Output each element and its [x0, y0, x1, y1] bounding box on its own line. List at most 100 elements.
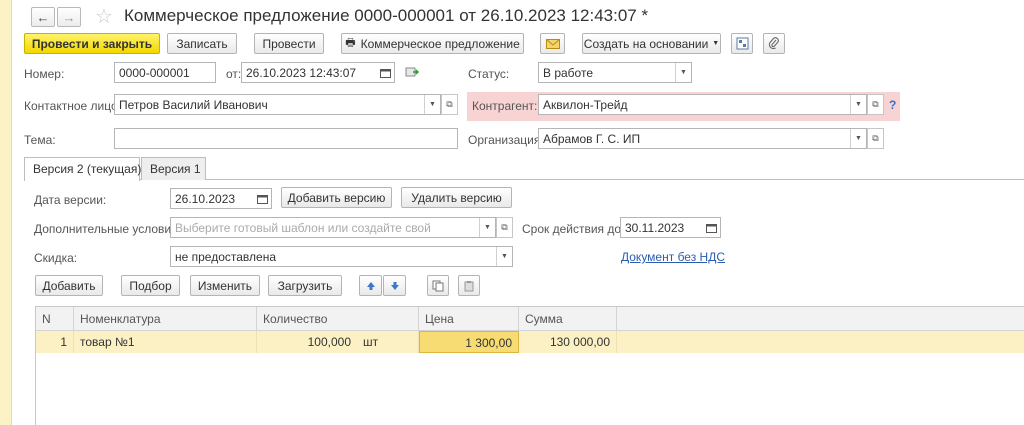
open-form-icon: ⧉ [872, 99, 879, 109]
calendar-icon[interactable] [253, 189, 271, 208]
status-label: Статус: [468, 67, 510, 81]
conditions-placeholder: Выберите готовый шаблон или создайте сво… [175, 221, 431, 235]
cell-n[interactable]: 1 [36, 331, 74, 353]
add-version-button[interactable]: Добавить версию [281, 187, 392, 208]
cell-unit[interactable]: шт [357, 331, 419, 353]
open-organization-button[interactable]: ⧉ [867, 128, 884, 149]
contact-field[interactable]: Петров Василий Иванович ▼ [114, 94, 441, 115]
column-header-n[interactable]: N [36, 307, 74, 331]
column-header-quantity[interactable]: Количество [257, 307, 419, 331]
tab-version-2[interactable]: Версия 2 (текущая) [24, 157, 141, 181]
chevron-down-icon[interactable]: ▼ [850, 129, 866, 148]
create-based-on-button[interactable]: Создать на основании ▼ [582, 33, 721, 54]
organization-value: Абрамов Г. С. ИП [543, 132, 641, 146]
delete-version-button[interactable]: Удалить версию [401, 187, 512, 208]
create-based-on-label: Создать на основании [583, 36, 709, 51]
valid-until-value: 30.11.2023 [625, 221, 685, 235]
status-select[interactable]: В работе ▼ [538, 62, 692, 83]
date-from-label: от: [226, 67, 242, 81]
column-header-price[interactable]: Цена [419, 307, 519, 331]
organization-field[interactable]: Абрамов Г. С. ИП ▼ [538, 128, 867, 149]
column-header-filler [617, 307, 1024, 331]
chevron-down-icon[interactable]: ▼ [850, 95, 866, 114]
version-date-field[interactable]: 26.10.2023 [170, 188, 272, 209]
post-and-close-button[interactable]: Провести и закрыть [24, 33, 160, 54]
add-row-button[interactable]: Добавить [35, 275, 103, 296]
counterparty-label: Контрагент: [472, 99, 538, 113]
cell-price[interactable]: 1 300,00 [419, 331, 519, 353]
help-icon[interactable]: ? [889, 98, 896, 112]
paste-icon [464, 280, 474, 291]
paste-row-button[interactable] [458, 275, 480, 296]
email-button[interactable] [540, 33, 565, 54]
discount-label: Скидка: [34, 251, 78, 265]
conditions-field[interactable]: Выберите готовый шаблон или создайте сво… [170, 217, 496, 238]
discount-value: не предоставлена [175, 250, 277, 264]
post-button[interactable]: Провести [254, 33, 324, 54]
open-conditions-button[interactable]: ⧉ [496, 217, 513, 238]
valid-until-label: Срок действия до: [522, 222, 625, 236]
save-button[interactable]: Записать [167, 33, 237, 54]
printer-icon: 🖶 [345, 37, 356, 49]
chevron-down-icon[interactable]: ▼ [496, 247, 512, 266]
forward-button[interactable]: → [57, 7, 81, 27]
left-panel-strip [0, 0, 12, 425]
discount-select[interactable]: не предоставлена ▼ [170, 246, 513, 267]
attach-file-button[interactable] [763, 33, 785, 54]
version-date-value: 26.10.2023 [175, 192, 236, 206]
print-button[interactable]: 🖶 Коммерческое предложение [341, 33, 524, 54]
tab-version-1[interactable]: Версия 1 [141, 157, 206, 180]
move-up-button[interactable] [359, 275, 382, 296]
move-down-button[interactable] [383, 275, 406, 296]
back-button[interactable]: ← [31, 7, 55, 27]
chevron-down-icon[interactable]: ▼ [675, 63, 691, 82]
topic-label: Тема: [24, 133, 56, 147]
open-contact-button[interactable]: ⧉ [441, 94, 458, 115]
column-header-item[interactable]: Номенклатура [74, 307, 257, 331]
cell-quantity[interactable]: 100,000 [257, 331, 357, 353]
edit-row-button[interactable]: Изменить [190, 275, 260, 296]
counterparty-field[interactable]: Аквилон-Трейд ▼ [538, 94, 867, 115]
cell-item[interactable]: товар №1 [74, 331, 257, 353]
column-header-sum[interactable]: Сумма [519, 307, 617, 331]
calendar-icon[interactable] [702, 218, 720, 237]
arrow-down-icon [390, 281, 399, 290]
items-table: N Номенклатура Количество Цена Сумма 1 т… [35, 306, 1024, 425]
print-button-label: Коммерческое предложение [360, 36, 520, 51]
copy-icon [432, 280, 444, 291]
valid-until-field[interactable]: 30.11.2023 [620, 217, 721, 238]
post-status-icon [405, 66, 420, 81]
contact-value: Петров Василий Иванович [119, 98, 268, 112]
pick-items-button[interactable]: Подбор [121, 275, 180, 296]
number-label: Номер: [24, 67, 65, 81]
load-button[interactable]: Загрузить [268, 275, 342, 296]
paperclip-icon [768, 37, 779, 50]
cell-sum[interactable]: 130 000,00 [519, 331, 617, 353]
chevron-down-icon[interactable]: ▼ [424, 95, 440, 114]
organization-label: Организация: [468, 133, 544, 147]
document-date-value: 26.10.2023 12:43:07 [246, 66, 357, 80]
arrow-right-icon: → [62, 9, 76, 25]
chevron-down-icon: ▼ [712, 40, 720, 47]
topic-field[interactable] [114, 128, 458, 149]
version-date-label: Дата версии: [34, 193, 107, 207]
open-form-icon: ⧉ [501, 222, 508, 232]
open-counterparty-button[interactable]: ⧉ [867, 94, 884, 115]
no-vat-document-link[interactable]: Документ без НДС [621, 250, 725, 264]
report-structure-button[interactable] [731, 33, 753, 54]
hierarchy-icon [736, 37, 748, 50]
chevron-down-icon[interactable]: ▼ [479, 218, 495, 237]
copy-row-button[interactable] [427, 275, 449, 296]
table-row[interactable]: 1 товар №1 100,000 шт 1 300,00 130 000,0… [36, 331, 1024, 353]
envelope-icon [545, 38, 560, 49]
open-form-icon: ⧉ [872, 133, 879, 143]
conditions-label: Дополнительные условия: [34, 222, 181, 236]
open-form-icon: ⧉ [446, 99, 453, 109]
counterparty-value: Аквилон-Трейд [543, 98, 628, 112]
document-date-field[interactable]: 26.10.2023 12:43:07 [241, 62, 395, 83]
calendar-icon[interactable] [376, 63, 394, 82]
number-field[interactable]: 0000-000001 [114, 62, 216, 83]
favorite-star-icon[interactable]: ☆ [95, 4, 113, 29]
status-value: В работе [543, 66, 594, 80]
contact-label: Контактное лицо: [24, 99, 121, 113]
